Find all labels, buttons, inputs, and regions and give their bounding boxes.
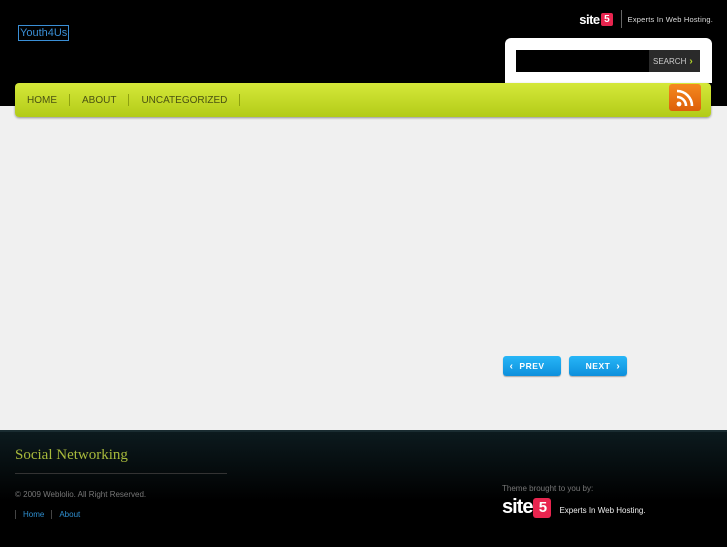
nav-link-uncategorized[interactable]: UNCATEGORIZED xyxy=(129,95,239,106)
prev-button-label: PREV xyxy=(519,361,545,371)
site-title[interactable]: Youth4Us xyxy=(18,25,70,41)
chevron-right-icon: › xyxy=(616,360,621,372)
credit-tagline: Experts In Web Hosting. xyxy=(559,506,646,515)
theme-credit-label: Theme brought to you by: xyxy=(502,484,594,493)
search-input[interactable] xyxy=(516,50,649,72)
footer-link-divider xyxy=(51,510,53,519)
footer-heading: Social Networking xyxy=(15,447,128,463)
search-button[interactable]: SEARCH › xyxy=(649,50,700,72)
rss-icon xyxy=(676,89,694,106)
copyright-text: © 2009 Weblolio. All Right Reserved. xyxy=(15,490,147,499)
chevron-right-icon: › xyxy=(689,55,693,67)
sponsor-banner[interactable]: site 5 Experts In Web Hosting. xyxy=(579,10,713,28)
nav-item-home[interactable]: HOME xyxy=(15,83,70,117)
search-panel: SEARCH › xyxy=(505,38,712,83)
site-footer: Social Networking © 2009 Weblolio. All R… xyxy=(0,430,727,547)
nav-link-about[interactable]: ABOUT xyxy=(70,95,128,106)
nav-divider xyxy=(239,94,241,106)
search-button-label: SEARCH xyxy=(653,56,687,66)
nav-item-about[interactable]: ABOUT xyxy=(70,83,130,117)
footer-link-about[interactable]: About xyxy=(59,510,80,519)
site5-logo-badge: 5 xyxy=(600,12,613,26)
footer-link-divider xyxy=(15,510,16,519)
main-nav: HOME ABOUT UNCATEGORIZED xyxy=(15,83,711,117)
nav-item-uncategorized[interactable]: UNCATEGORIZED xyxy=(129,83,241,117)
footer-divider xyxy=(15,473,227,474)
rss-button[interactable] xyxy=(669,84,701,111)
prev-button[interactable]: ‹ PREV › xyxy=(503,356,561,376)
chevron-left-icon: ‹ xyxy=(509,360,514,372)
site5-logo-text: site xyxy=(579,11,600,27)
sponsor-divider xyxy=(620,10,622,28)
theme-credit-logo[interactable]: site 5 Experts In Web Hosting. xyxy=(502,496,646,519)
site5-logo: site 5 xyxy=(502,496,552,519)
site5-logo-badge: 5 xyxy=(533,497,552,518)
nav-link-home[interactable]: HOME xyxy=(15,95,69,106)
next-button-label: NEXT xyxy=(585,361,611,371)
footer-links: Home About xyxy=(15,510,80,519)
site5-logo: site 5 xyxy=(579,11,613,27)
site5-logo-text: site xyxy=(502,496,533,518)
next-button[interactable]: ‹ NEXT › xyxy=(569,356,627,376)
footer-link-home[interactable]: Home xyxy=(23,510,44,519)
sponsor-tagline: Experts In Web Hosting. xyxy=(627,14,713,24)
